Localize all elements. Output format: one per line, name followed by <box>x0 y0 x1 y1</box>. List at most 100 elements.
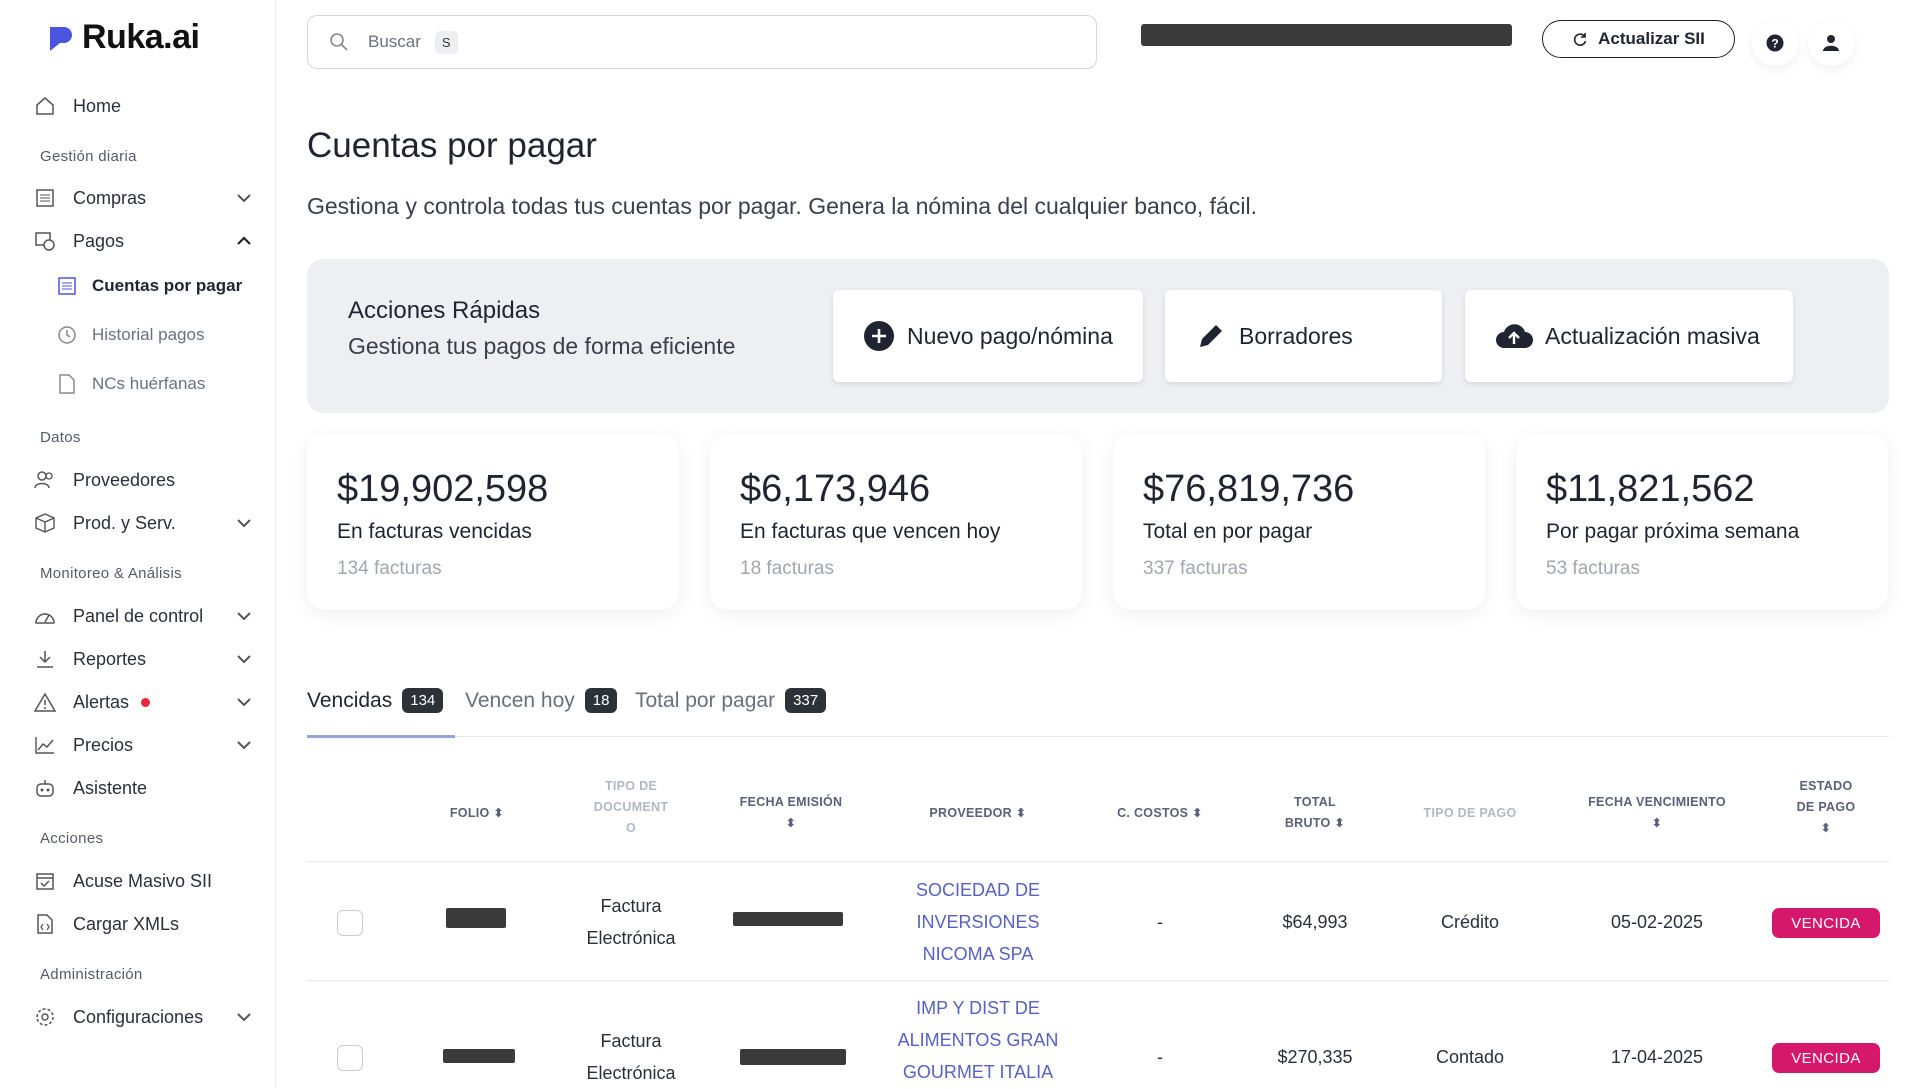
actualizar-sii-button[interactable]: Actualizar SII <box>1542 20 1735 58</box>
col-header-label: FECHA EMISIÓN <box>739 795 843 809</box>
tab-label: Vencidas <box>307 688 393 712</box>
cell-total-bruto: $270,335 <box>1277 1047 1353 1067</box>
col-header-estado-pago[interactable]: ESTADO DE PAGO ⬍ <box>1776 776 1876 839</box>
sort-icon: ⬍ <box>1820 821 1832 835</box>
sort-icon: ⬍ <box>1015 806 1027 820</box>
sidebar-item-alertas[interactable]: Alertas <box>32 684 254 720</box>
stat-card-vencidas[interactable]: $19,902,598 En facturas vencidas 134 fac… <box>307 434 679 610</box>
stat-count: 134 facturas <box>337 558 442 579</box>
quick-actions-title: Acciones Rápidas <box>348 297 541 324</box>
brand-name: Ruka.ai <box>82 18 200 56</box>
stat-card-proxima-semana[interactable]: $11,821,562 Por pagar próxima semana 53 … <box>1516 434 1888 610</box>
col-header-total-bruto[interactable]: TOTAL BRUTO ⬍ <box>1270 792 1360 834</box>
chevron-down-icon[interactable] <box>234 649 254 669</box>
sidebar-item-proveedores[interactable]: Proveedores <box>32 462 254 498</box>
cell-tipo-documento: Factura Electrónica <box>566 1025 696 1089</box>
sidebar-subitem-historial-pagos[interactable]: Historial pagos <box>56 317 256 353</box>
calendar-check-icon <box>32 868 58 894</box>
chevron-down-icon[interactable] <box>234 513 254 533</box>
col-header-folio[interactable]: FOLIO ⬍ <box>437 803 517 824</box>
borradores-button[interactable]: Borradores <box>1165 290 1442 382</box>
stat-card-vencen-hoy[interactable]: $6,173,946 En facturas que vencen hoy 18… <box>710 434 1082 610</box>
sidebar-item-prod-serv[interactable]: Prod. y Serv. <box>32 505 254 541</box>
cell-fecha-vencimiento: 17-04-2025 <box>1610 1047 1704 1067</box>
sidebar-subitem-label: NCs huérfanas <box>92 374 206 393</box>
sidebar-item-label: Configuraciones <box>73 1006 204 1027</box>
col-header-proveedor[interactable]: PROVEEDOR ⬍ <box>918 803 1038 824</box>
refresh-icon <box>1574 33 1587 46</box>
pencil-icon <box>1195 320 1227 352</box>
sidebar-subitem-cuentas-por-pagar[interactable]: Cuentas por pagar <box>56 268 256 304</box>
sidebar-item-pagos[interactable]: Pagos <box>32 223 254 259</box>
col-header-label: DOCUMENT <box>593 800 669 814</box>
sort-icon: ⬍ <box>1651 816 1663 830</box>
stat-amount: $11,821,562 <box>1546 468 1755 510</box>
tab-label: Total por pagar <box>635 688 776 712</box>
search-input[interactable]: Buscar S <box>307 15 1097 69</box>
sidebar-item-asistente[interactable]: Asistente <box>32 770 254 806</box>
cell-tipo-pago: Contado <box>1435 1047 1505 1067</box>
sidebar-item-label: Precios <box>73 734 134 755</box>
sidebar-item-precios[interactable]: Precios <box>32 727 254 763</box>
col-header-label: BRUTO <box>1284 816 1331 830</box>
sidebar-item-label: Reportes <box>73 648 147 669</box>
stat-amount: $19,902,598 <box>337 468 549 510</box>
chevron-down-icon[interactable] <box>234 735 254 755</box>
sidebar-subitem-label: Historial pagos <box>92 325 205 344</box>
nuevo-pago-button[interactable]: Nuevo pago/nómina <box>833 290 1143 382</box>
sidebar-section-acciones: Acciones <box>40 830 104 847</box>
sidebar-item-reportes[interactable]: Reportes <box>32 641 254 677</box>
cell-text: GOURMET ITALIA <box>902 1062 1054 1082</box>
cell-proveedor-link[interactable]: IMP Y DIST DE ALIMENTOS GRAN GOURMET ITA… <box>888 992 1068 1088</box>
gear-icon <box>32 1004 58 1030</box>
actualizacion-masiva-button[interactable]: Actualización masiva <box>1465 290 1793 382</box>
user-icon <box>1823 35 1839 51</box>
cell-text: IMP Y DIST DE <box>916 998 1040 1018</box>
col-header-fecha-emision[interactable]: FECHA EMISIÓN ⬍ <box>731 792 851 834</box>
sidebar-item-compras[interactable]: Compras <box>32 180 254 216</box>
col-header-label: TOTAL <box>1293 795 1336 809</box>
row-checkbox[interactable] <box>337 910 363 936</box>
borradores-label: Borradores <box>1239 322 1353 349</box>
clock-icon <box>56 324 78 346</box>
cell-fecha-vencimiento: 05-02-2025 <box>1610 912 1704 932</box>
sidebar-item-configuraciones[interactable]: Configuraciones <box>32 999 254 1035</box>
row-checkbox[interactable] <box>337 1045 363 1071</box>
tab-vencen-hoy[interactable]: Vencen hoy 18 <box>465 688 618 713</box>
sidebar-item-panel-de-control[interactable]: Panel de control <box>32 598 254 634</box>
sidebar-item-home[interactable]: Home <box>32 88 254 124</box>
help-button[interactable]: ? <box>1752 20 1798 66</box>
sort-icon: ⬍ <box>1192 806 1203 820</box>
sidebar-section-datos: Datos <box>40 429 81 446</box>
sidebar-section-monitoreo: Monitoreo & Análisis <box>40 565 182 582</box>
sidebar-item-acuse-masivo[interactable]: Acuse Masivo SII <box>32 863 254 899</box>
cell-proveedor-link[interactable]: SOCIEDAD DE INVERSIONES NICOMA SPA <box>888 874 1068 970</box>
chevron-down-icon[interactable] <box>234 692 254 712</box>
box-icon <box>32 510 58 536</box>
sidebar-item-label: Compras <box>73 187 147 208</box>
quick-actions-panel: Acciones Rápidas Gestiona tus pagos de f… <box>307 259 1889 413</box>
quick-actions-subtitle: Gestiona tus pagos de forma eficiente <box>348 333 736 359</box>
logo[interactable]: Ruka.ai <box>46 18 200 57</box>
chevron-down-icon[interactable] <box>234 1007 254 1027</box>
chevron-down-icon[interactable] <box>234 606 254 626</box>
user-button[interactable] <box>1808 20 1854 66</box>
chevron-up-icon[interactable] <box>234 231 254 251</box>
cell-text: Factura <box>600 896 662 916</box>
col-header-fecha-vencimiento[interactable]: FECHA VENCIMIENTO ⬍ <box>1572 792 1742 834</box>
sidebar-item-cargar-xmls[interactable]: Cargar XMLs <box>32 906 254 942</box>
cloud-upload-icon <box>1495 320 1533 352</box>
cell-text: INVERSIONES <box>916 912 1040 932</box>
stat-card-total-por-pagar[interactable]: $76,819,736 Total en por pagar 337 factu… <box>1113 434 1485 610</box>
sidebar-subitem-ncs-huerfanas[interactable]: NCs huérfanas <box>56 366 256 402</box>
tabs: Vencidas 134 Vencen hoy 18 Total por pag… <box>307 684 1889 738</box>
chevron-down-icon[interactable] <box>234 188 254 208</box>
tab-total-por-pagar[interactable]: Total por pagar 337 <box>635 688 827 713</box>
sidebar-item-label: Proveedores <box>73 469 176 490</box>
col-header-c-costos[interactable]: C. COSTOS ⬍ <box>1105 803 1215 824</box>
col-header-label: FECHA VENCIMIENTO <box>1588 795 1726 809</box>
sidebar-section-administracion: Administración <box>40 966 143 983</box>
cell-tipo-documento: Factura Electrónica <box>566 890 696 954</box>
svg-text:?: ? <box>1771 37 1778 51</box>
tab-vencidas[interactable]: Vencidas 134 <box>307 688 444 713</box>
